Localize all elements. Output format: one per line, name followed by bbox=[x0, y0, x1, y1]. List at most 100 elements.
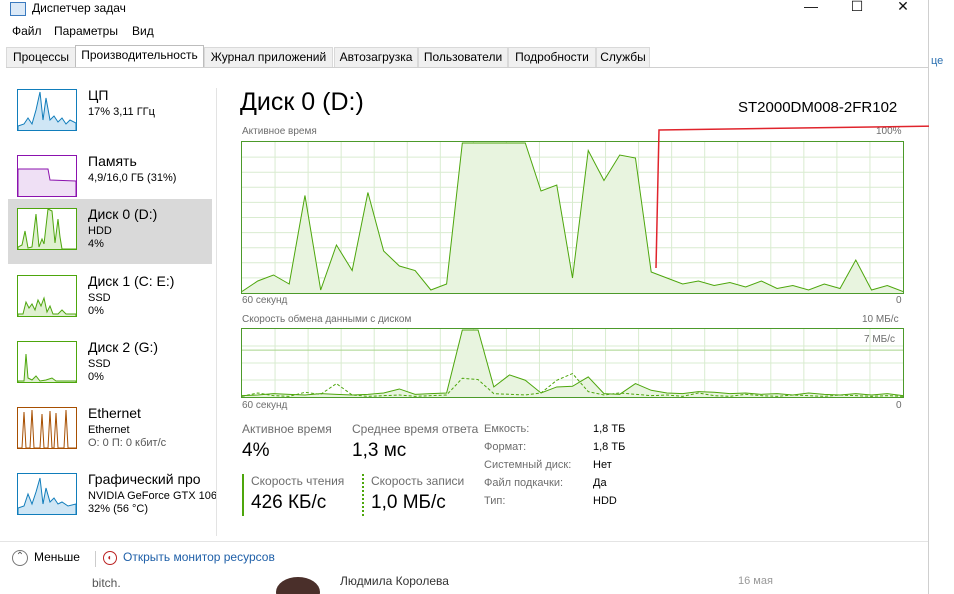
sidebar-ethernet-title: Ethernet bbox=[88, 405, 141, 421]
sidebar-gpu-title: Графический про bbox=[88, 471, 201, 487]
avatar bbox=[276, 577, 320, 594]
format-label: Формат: bbox=[484, 441, 527, 453]
page-file-value: Да bbox=[593, 477, 607, 489]
title-bar: Диспетчер задач — ☐ ✕ bbox=[0, 0, 928, 17]
fewer-details-button[interactable]: ⌃ Меньше bbox=[12, 550, 80, 566]
read-speed-indicator bbox=[242, 474, 244, 516]
resource-sidebar: ЦП 17% 3,11 ГГц Память 4,9/16,0 ГБ (31%)… bbox=[8, 80, 217, 540]
red-annotation-stroke bbox=[655, 125, 954, 269]
page-file-label: Файл подкачки: bbox=[484, 477, 564, 489]
sidebar-disk0-type: HDD bbox=[88, 225, 112, 237]
background-item-1: bitch. bbox=[92, 576, 121, 590]
background-item-2: Людмила Королева bbox=[340, 574, 449, 588]
system-disk-value: Нет bbox=[593, 459, 612, 471]
tab-services[interactable]: Службы bbox=[596, 47, 650, 67]
type-value: HDD bbox=[593, 495, 617, 507]
sidebar-item-disk0[interactable]: Диск 0 (D:) HDD 4% bbox=[8, 199, 212, 264]
sidebar-divider bbox=[216, 88, 217, 536]
sidebar-item-disk2[interactable]: Диск 2 (G:) SSD 0% bbox=[8, 332, 212, 397]
disk-model: ST2000DM008-2FR102 bbox=[738, 99, 898, 116]
window-title: Диспетчер задач bbox=[32, 1, 126, 15]
write-speed-label: Скорость записи bbox=[371, 474, 465, 488]
sidebar-gpu-model: NVIDIA GeForce GTX 106 bbox=[88, 490, 217, 502]
chevron-up-icon: ⌃ bbox=[12, 550, 28, 566]
maximize-button[interactable]: ☐ bbox=[834, 0, 880, 17]
close-button[interactable]: ✕ bbox=[880, 0, 926, 17]
background-window-edge: це bbox=[929, 0, 954, 594]
menu-view[interactable]: Вид bbox=[132, 24, 154, 38]
sidebar-disk1-title: Диск 1 (C: E:) bbox=[88, 273, 175, 289]
minimize-button[interactable]: — bbox=[788, 0, 834, 17]
write-speed-indicator bbox=[362, 474, 364, 516]
read-speed-value: 426 КБ/с bbox=[251, 492, 327, 513]
tab-details[interactable]: Подробности bbox=[508, 47, 596, 67]
transfer-rate-graph-mid: 7 МБ/с bbox=[864, 334, 896, 345]
disk0-mini-graph bbox=[17, 208, 77, 250]
tab-underline bbox=[6, 67, 928, 68]
menu-file[interactable]: Файл bbox=[12, 24, 42, 38]
active-time-stat-label: Активное время bbox=[242, 422, 332, 436]
response-time-stat-label: Среднее время ответа bbox=[352, 422, 479, 436]
resource-monitor-icon: ◐ bbox=[103, 550, 117, 565]
transfer-rate-graph-min: 0 bbox=[896, 400, 902, 411]
sidebar-item-ethernet[interactable]: Ethernet Ethernet О: 0 П: 0 кбит/с bbox=[8, 398, 212, 463]
fewer-details-label: Меньше bbox=[34, 550, 80, 565]
transfer-rate-graph-max: 10 МБ/с bbox=[862, 314, 899, 325]
ethernet-thumbnail-svg bbox=[18, 409, 76, 448]
tab-performance[interactable]: Производительность bbox=[75, 45, 204, 68]
cpu-thumbnail-svg bbox=[18, 91, 76, 130]
sidebar-gpu-usage: 32% (56 °C) bbox=[88, 503, 149, 515]
format-value: 1,8 ТБ bbox=[593, 441, 626, 453]
read-speed-label: Скорость чтения bbox=[251, 474, 345, 488]
sidebar-item-gpu[interactable]: Графический про NVIDIA GeForce GTX 106 3… bbox=[8, 464, 217, 529]
disk1-thumbnail-svg bbox=[18, 296, 76, 316]
open-resource-monitor-link[interactable]: ◐ Открыть монитор ресурсов bbox=[103, 550, 275, 565]
active-time-graph-min: 0 bbox=[896, 295, 902, 306]
tab-users[interactable]: Пользователи bbox=[418, 47, 508, 67]
footer-divider bbox=[0, 541, 928, 542]
sidebar-item-disk1[interactable]: Диск 1 (C: E:) SSD 0% bbox=[8, 266, 212, 331]
disk0-thumbnail-svg bbox=[18, 209, 76, 249]
memory-mini-graph bbox=[17, 155, 77, 197]
transfer-rate-graph: 7 МБ/с bbox=[241, 328, 904, 398]
background-item-3: 16 мая bbox=[738, 575, 773, 587]
footer-separator bbox=[95, 551, 96, 567]
sidebar-item-cpu[interactable]: ЦП 17% 3,11 ГГц bbox=[8, 80, 212, 145]
background-text-fragment: це bbox=[931, 55, 944, 67]
sidebar-cpu-title: ЦП bbox=[88, 87, 109, 103]
disk1-mini-graph bbox=[17, 275, 77, 317]
task-manager-window: Диспетчер задач — ☐ ✕ Файл Параметры Вид… bbox=[0, 0, 954, 594]
active-time-stat-value: 4% bbox=[242, 440, 270, 461]
disk2-mini-graph bbox=[17, 341, 77, 383]
type-label: Тип: bbox=[484, 495, 506, 507]
sidebar-disk0-title: Диск 0 (D:) bbox=[88, 206, 158, 222]
active-time-graph-timespan: 60 секунд bbox=[242, 295, 288, 306]
open-resource-monitor-label: Открыть монитор ресурсов bbox=[123, 550, 275, 564]
ethernet-mini-graph bbox=[17, 407, 77, 449]
disk2-thumbnail-svg bbox=[18, 353, 76, 382]
system-disk-label: Системный диск: bbox=[484, 459, 572, 471]
menu-options[interactable]: Параметры bbox=[54, 24, 118, 38]
sidebar-disk2-usage: 0% bbox=[88, 371, 104, 383]
capacity-value: 1,8 ТБ bbox=[593, 423, 626, 435]
tab-processes[interactable]: Процессы bbox=[6, 47, 76, 67]
sidebar-ethernet-adapter: Ethernet bbox=[88, 424, 130, 436]
sidebar-cpu-usage: 17% 3,11 ГГц bbox=[88, 106, 155, 118]
active-time-graph-label: Активное время bbox=[242, 126, 317, 137]
memory-thumbnail-svg bbox=[18, 168, 76, 196]
sidebar-disk2-title: Диск 2 (G:) bbox=[88, 339, 159, 355]
disk-title: Диск 0 (D:) bbox=[240, 88, 364, 116]
cpu-mini-graph bbox=[17, 89, 77, 131]
sidebar-disk2-type: SSD bbox=[88, 358, 111, 370]
transfer-rate-graph-label: Скорость обмена данными с диском bbox=[242, 314, 412, 325]
sidebar-ethernet-throughput: О: 0 П: 0 кбит/с bbox=[88, 437, 167, 449]
tab-startup[interactable]: Автозагрузка bbox=[334, 47, 418, 67]
sidebar-disk1-usage: 0% bbox=[88, 305, 104, 317]
sidebar-disk0-usage: 4% bbox=[88, 238, 104, 250]
gpu-thumbnail-svg bbox=[18, 477, 76, 514]
transfer-rate-graph-timespan: 60 секунд bbox=[242, 400, 288, 411]
sidebar-memory-title: Память bbox=[88, 153, 137, 169]
transfer-rate-graph-svg bbox=[242, 329, 903, 397]
sidebar-memory-usage: 4,9/16,0 ГБ (31%) bbox=[88, 172, 177, 184]
tab-app-history[interactable]: Журнал приложений bbox=[204, 47, 333, 67]
